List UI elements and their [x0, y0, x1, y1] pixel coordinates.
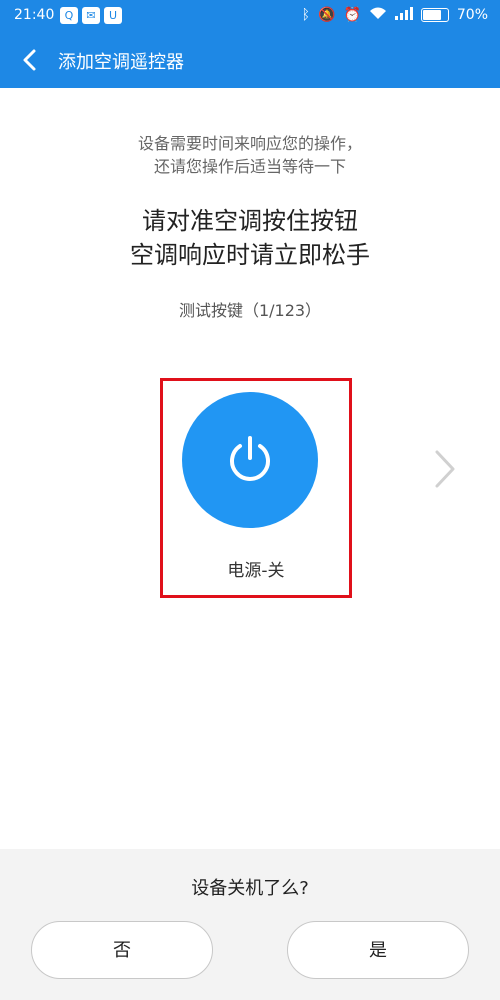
mute-icon: 🔕 — [318, 7, 336, 23]
shield-app-icon: U — [104, 7, 122, 24]
qq-icon: Q — [60, 7, 78, 24]
battery-percent: 70% — [456, 7, 488, 23]
page-title: 添加空调遥控器 — [58, 52, 184, 73]
wait-hint: 设备需要时间来响应您的操作， 还请您操作后适当等待一下 — [0, 132, 500, 178]
notification-icons: Q ✉ U — [60, 7, 122, 24]
bluetooth-icon: ᛒ — [301, 7, 310, 23]
back-arrow-icon — [23, 49, 36, 71]
button-label: 电源-关 — [227, 561, 285, 581]
back-button[interactable] — [14, 44, 46, 76]
battery-icon — [420, 8, 449, 22]
yes-button[interactable]: 是 — [287, 921, 469, 979]
shutdown-question: 设备关机了么? — [191, 878, 309, 899]
app-bar: 添加空调遥控器 — [0, 32, 500, 88]
chevron-right-icon — [435, 450, 455, 488]
alarm-icon: ⏰ — [343, 7, 361, 23]
signal-icon — [394, 6, 413, 24]
hint-line-1: 设备需要时间来响应您的操作， — [137, 134, 362, 153]
instruction: 请对准空调按住按钮 空调响应时请立即松手 — [0, 204, 500, 272]
status-time: 21:40 — [14, 7, 55, 23]
power-icon — [230, 436, 270, 481]
next-key-button[interactable] — [432, 447, 458, 491]
system-icons: ᛒ 🔕 ⏰ 70% — [302, 6, 488, 24]
instruction-line-2: 空调响应时请立即松手 — [130, 241, 370, 269]
wifi-icon — [369, 6, 387, 24]
power-off-button[interactable] — [182, 392, 318, 528]
test-progress: 测试按键（1/123） — [178, 301, 322, 320]
status-bar: 21:40 Q ✉ U ᛒ 🔕 ⏰ 70% — [0, 0, 500, 32]
no-button[interactable]: 否 — [31, 921, 213, 979]
wechat-icon: ✉ — [82, 7, 100, 24]
instruction-line-1: 请对准空调按住按钮 — [142, 207, 358, 235]
hint-line-2: 还请您操作后适当等待一下 — [153, 157, 346, 176]
